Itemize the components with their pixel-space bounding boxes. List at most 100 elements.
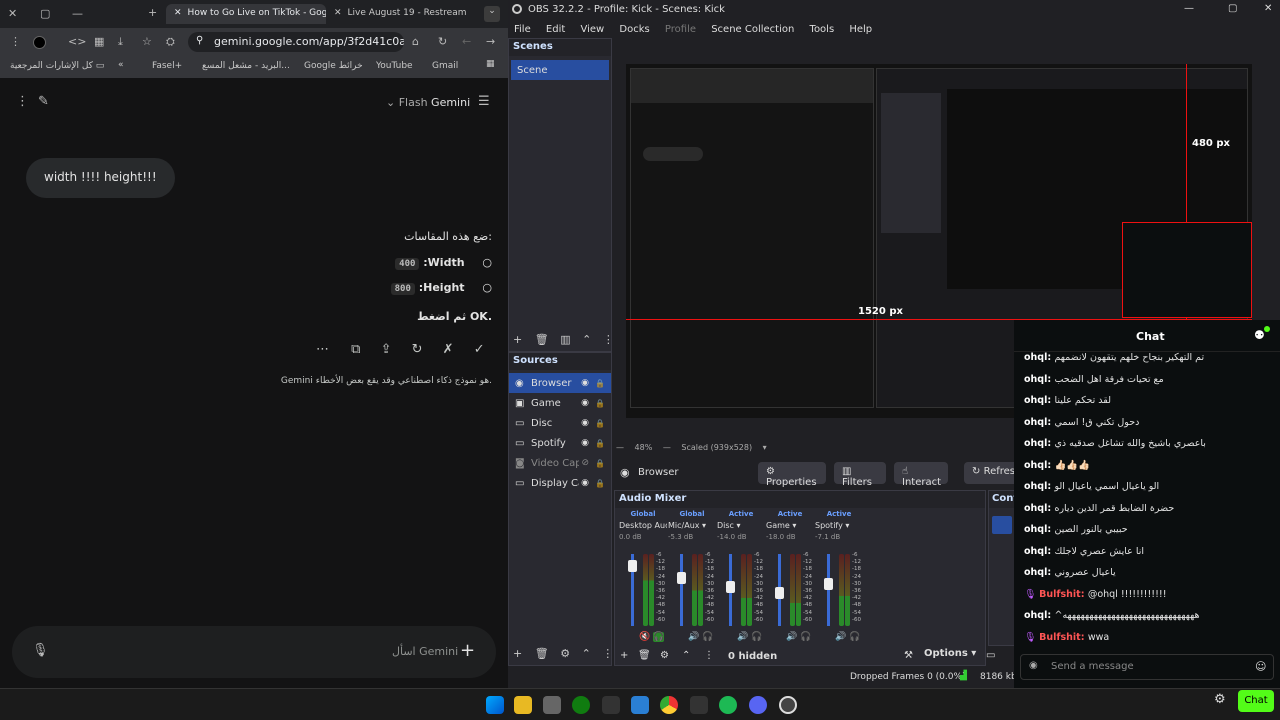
- photos-icon[interactable]: [631, 696, 649, 714]
- volume-slider[interactable]: [726, 554, 735, 626]
- mute-icon[interactable]: 🔊: [688, 632, 699, 642]
- chat-username[interactable]: ohql: [1024, 503, 1047, 514]
- mic-icon[interactable]: 🎙: [32, 643, 49, 658]
- maximize-icon[interactable]: ▢: [40, 7, 50, 20]
- channel-name[interactable]: Disc ▾: [717, 521, 765, 530]
- chat-username[interactable]: ohql: [1024, 417, 1047, 428]
- obs-taskbar-icon[interactable]: [779, 696, 797, 714]
- zoom-out-icon[interactable]: —: [616, 443, 624, 452]
- copy-icon[interactable]: ⧉: [351, 342, 360, 357]
- bookmark-all[interactable]: كل الإشارات المرجعية ▭: [10, 61, 104, 71]
- menu-tools[interactable]: Tools: [810, 24, 835, 35]
- chat-username[interactable]: ohql: [1024, 481, 1047, 492]
- emote-icon[interactable]: ◉: [1029, 660, 1038, 671]
- chat-username[interactable]: ohql: [1024, 610, 1047, 621]
- kebab-menu-icon[interactable]: ⋮: [16, 94, 29, 109]
- tab-search-icon[interactable]: ⌄: [484, 6, 500, 22]
- thumb-down-icon[interactable]: ✗: [443, 342, 454, 357]
- lock-icon[interactable]: 🔒: [595, 399, 605, 408]
- kebab-icon[interactable]: ⋮: [602, 647, 613, 660]
- visibility-icon[interactable]: ⊘: [581, 458, 589, 468]
- monitor-icon[interactable]: 🎧: [653, 632, 665, 642]
- trash-icon[interactable]: 🗑: [535, 333, 549, 346]
- smiley-icon[interactable]: ☺: [1255, 660, 1266, 673]
- back-icon[interactable]: →: [486, 35, 495, 48]
- trash-icon[interactable]: 🗑: [638, 650, 651, 661]
- xbox-icon[interactable]: [572, 696, 590, 714]
- monitor-icon[interactable]: 🎧: [849, 632, 860, 642]
- monitor-icon[interactable]: 🎧: [800, 632, 811, 642]
- mic-app-icon[interactable]: [690, 696, 708, 714]
- chevron-down-icon[interactable]: ▾: [763, 443, 767, 452]
- lock-icon[interactable]: 🔒: [595, 479, 605, 488]
- prompt-input[interactable]: 🎙 اسأل Gemini +: [12, 626, 496, 678]
- close-icon[interactable]: ✕: [1264, 3, 1272, 14]
- source-item[interactable]: ◉ Browser ◉ 🔒: [509, 373, 611, 393]
- volume-knob[interactable]: [677, 572, 686, 584]
- bookmark-maps[interactable]: Google خرائط: [304, 61, 363, 71]
- bookmark-youtube[interactable]: YouTube: [376, 61, 413, 71]
- chat-input[interactable]: ◉ Send a message ☺: [1020, 654, 1274, 680]
- menu-help[interactable]: Help: [849, 24, 872, 35]
- forward-icon[interactable]: ←: [462, 35, 471, 48]
- up-icon[interactable]: ⌃: [582, 647, 591, 660]
- channel-name[interactable]: Game ▾: [766, 521, 814, 530]
- discord-icon[interactable]: [749, 696, 767, 714]
- lock-icon[interactable]: 🔒: [595, 459, 605, 468]
- mute-icon[interactable]: 🔊: [786, 632, 797, 642]
- add-icon[interactable]: +: [460, 640, 475, 661]
- code-icon[interactable]: <>: [68, 35, 86, 48]
- refresh-button[interactable]: ↻ Refresh: [964, 462, 1020, 484]
- menu-scene-collection[interactable]: Scene Collection: [711, 24, 794, 35]
- chrome-icon[interactable]: [660, 696, 678, 714]
- users-icon[interactable]: ⚉: [1254, 328, 1265, 342]
- address-bar[interactable]: ⚲ gemini.google.com/app/3f2d41c0a7...: [188, 32, 404, 52]
- filters-button[interactable]: ▥ Filters: [834, 462, 886, 488]
- options-button[interactable]: Options ▾: [924, 648, 976, 659]
- regenerate-icon[interactable]: ↻: [412, 342, 423, 357]
- chat-username[interactable]: ohql: [1024, 374, 1047, 385]
- source-item[interactable]: ▣ Game ◉ 🔒: [509, 393, 611, 413]
- volume-slider[interactable]: [824, 554, 833, 626]
- lock-icon[interactable]: 🔒: [595, 439, 605, 448]
- tab-tiktok[interactable]: ✕ How to Go Live on TikTok - Gog: [166, 4, 326, 24]
- mute-icon[interactable]: 🔊: [737, 632, 748, 642]
- source-item[interactable]: ▭ Disc ◉ 🔒: [509, 413, 611, 433]
- new-tab-icon[interactable]: +: [148, 6, 157, 19]
- mute-icon[interactable]: 🔇: [639, 632, 650, 642]
- lock-icon[interactable]: 🔒: [595, 419, 605, 428]
- profile-avatar[interactable]: [33, 36, 46, 49]
- star-icon[interactable]: ☆: [142, 35, 152, 48]
- add-icon[interactable]: +: [620, 650, 628, 661]
- add-icon[interactable]: +: [513, 333, 522, 346]
- menu-profile[interactable]: Profile: [665, 24, 696, 35]
- minimize-icon[interactable]: —: [1184, 3, 1194, 14]
- chevron-left-icon[interactable]: «: [118, 60, 124, 70]
- translate-icon[interactable]: ⛭: [166, 35, 175, 49]
- monitor-icon[interactable]: 🎧: [751, 632, 762, 642]
- tab-restream[interactable]: ✕ Live August 19 - Restream: [326, 4, 476, 24]
- chat-username[interactable]: Bulfshit: [1039, 632, 1081, 643]
- chat-username[interactable]: ohql: [1024, 546, 1047, 557]
- download-icon[interactable]: ⤓: [118, 35, 123, 49]
- kebab-icon[interactable]: ⋮: [603, 333, 614, 346]
- chat-username[interactable]: ohql: [1024, 460, 1047, 471]
- bookmark-mail[interactable]: البريد - مشعل المسع...: [202, 61, 290, 71]
- visibility-icon[interactable]: ◉: [581, 398, 589, 408]
- more-icon[interactable]: ⋯: [316, 342, 329, 357]
- reload-icon[interactable]: ↻: [438, 35, 447, 48]
- chat-username[interactable]: ohql: [1024, 352, 1047, 363]
- chat-settings-icon[interactable]: ⚙: [1214, 692, 1226, 707]
- visibility-icon[interactable]: ◉: [581, 378, 589, 388]
- volume-slider[interactable]: [677, 554, 686, 626]
- app-icon[interactable]: [602, 696, 620, 714]
- volume-knob[interactable]: [628, 560, 637, 572]
- gear-icon[interactable]: ⚙: [560, 647, 570, 660]
- volume-knob[interactable]: [726, 581, 735, 593]
- site-info-icon[interactable]: ⚲: [196, 35, 203, 46]
- maximize-icon[interactable]: ▢: [1228, 3, 1237, 14]
- apps-grid-icon[interactable]: ▦: [486, 59, 495, 69]
- hamburger-menu-icon[interactable]: ☰: [478, 94, 490, 109]
- wrench-icon[interactable]: ⚒: [904, 650, 913, 661]
- trash-icon[interactable]: 🗑: [535, 647, 549, 660]
